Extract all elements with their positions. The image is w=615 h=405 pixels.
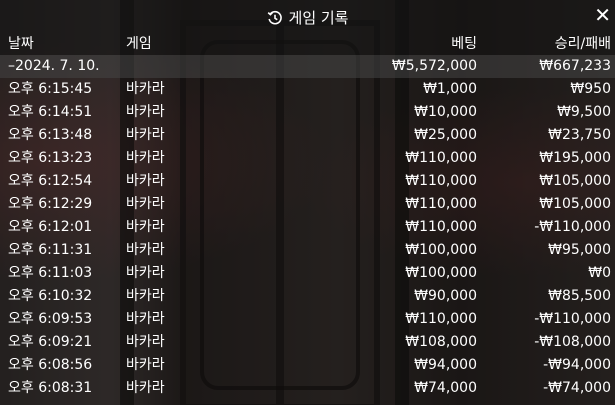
row-bet: ₩110,000 (405, 150, 477, 166)
table-header: 날짜 게임 베팅 승리/패배 (0, 33, 615, 55)
table-row[interactable]: 오후 6:08:31 바카라 ₩74,000 -₩74,000 (0, 377, 615, 400)
table-row[interactable]: 오후 6:13:23 바카라 ₩110,000 ₩195,000 (0, 147, 615, 170)
close-icon[interactable]: ✕ (594, 5, 611, 25)
header-game: 게임 (126, 36, 152, 52)
row-time: 오후 6:12:29 (8, 196, 93, 212)
table-row[interactable]: 오후 6:14:51 바카라 ₩10,000 ₩9,500 (0, 101, 615, 124)
table-row[interactable]: 오후 6:11:31 바카라 ₩100,000 ₩95,000 (0, 239, 615, 262)
table-row[interactable]: 오후 6:12:29 바카라 ₩110,000 ₩105,000 (0, 193, 615, 216)
table-row[interactable]: 오후 6:12:54 바카라 ₩110,000 ₩105,000 (0, 170, 615, 193)
table-row[interactable]: 오후 6:09:21 바카라 ₩108,000 -₩108,000 (0, 331, 615, 354)
row-game: 바카라 (126, 150, 165, 166)
row-game: 바카라 (126, 127, 165, 143)
row-result: ₩105,000 (539, 173, 611, 189)
date-group-summary[interactable]: –2024. 7. 10. ₩5,572,000 ₩667,233 (0, 55, 615, 78)
table-row[interactable]: 오후 6:11:03 바카라 ₩100,000 ₩0 (0, 262, 615, 285)
summary-result: ₩667,233 (539, 58, 611, 74)
row-game: 바카라 (126, 380, 165, 396)
title-bar: 게임 기록 ✕ (0, 0, 615, 33)
table-row[interactable]: 오후 6:15:45 바카라 ₩1,000 ₩950 (0, 78, 615, 101)
row-time: 오후 6:12:54 (8, 173, 93, 189)
row-game: 바카라 (126, 357, 165, 373)
row-game: 바카라 (126, 196, 165, 212)
row-time: 오후 6:13:23 (8, 150, 93, 166)
row-game: 바카라 (126, 104, 165, 120)
row-time: 오후 6:14:51 (8, 104, 93, 120)
row-bet: ₩100,000 (405, 242, 477, 258)
row-time: 오후 6:11:03 (8, 265, 93, 281)
row-bet: ₩108,000 (405, 334, 477, 350)
row-game: 바카라 (126, 288, 165, 304)
row-bet: ₩1,000 (423, 81, 477, 97)
header-date: 날짜 (8, 36, 34, 52)
row-bet: ₩94,000 (414, 357, 477, 373)
row-game: 바카라 (126, 265, 165, 281)
row-time: 오후 6:12:01 (8, 219, 93, 235)
row-bet: ₩100,000 (405, 265, 477, 281)
row-bet: ₩90,000 (414, 288, 477, 304)
row-result: -₩110,000 (534, 219, 611, 235)
row-time: 오후 6:09:53 (8, 311, 93, 327)
row-bet: ₩110,000 (405, 311, 477, 327)
row-time: 오후 6:08:56 (8, 357, 93, 373)
row-bet: ₩10,000 (414, 104, 477, 120)
table-row[interactable]: 오후 6:09:53 바카라 ₩110,000 -₩110,000 (0, 308, 615, 331)
row-bet: ₩25,000 (414, 127, 477, 143)
row-time: 오후 6:09:21 (8, 334, 93, 350)
row-result: ₩0 (588, 265, 611, 281)
row-time: 오후 6:08:31 (8, 380, 93, 396)
table-row[interactable]: 오후 6:12:01 바카라 ₩110,000 -₩110,000 (0, 216, 615, 239)
header-bet: 베팅 (451, 36, 477, 52)
row-result: ₩105,000 (539, 196, 611, 212)
row-result: ₩9,500 (557, 104, 611, 120)
row-time: 오후 6:10:32 (8, 288, 93, 304)
row-bet: ₩110,000 (405, 196, 477, 212)
row-time: 오후 6:15:45 (8, 81, 93, 97)
header-result: 승리/패배 (554, 36, 611, 52)
table-row[interactable]: 오후 6:13:48 바카라 ₩25,000 ₩23,750 (0, 124, 615, 147)
title-text: 게임 기록 (288, 9, 349, 27)
row-result: ₩195,000 (539, 150, 611, 166)
row-result: ₩950 (570, 81, 611, 97)
row-game: 바카라 (126, 81, 165, 97)
summary-bet: ₩5,572,000 (391, 58, 477, 74)
row-result: -₩108,000 (534, 334, 611, 350)
row-result: -₩110,000 (534, 311, 611, 327)
row-game: 바카라 (126, 311, 165, 327)
panel-title: 게임 기록 (0, 7, 615, 30)
row-game: 바카라 (126, 173, 165, 189)
row-game: 바카라 (126, 242, 165, 258)
row-bet: ₩110,000 (405, 173, 477, 189)
row-result: ₩85,500 (548, 288, 611, 304)
row-bet: ₩74,000 (414, 380, 477, 396)
table-row[interactable]: 오후 6:10:32 바카라 ₩90,000 ₩85,500 (0, 285, 615, 308)
row-time: 오후 6:13:48 (8, 127, 93, 143)
summary-date: –2024. 7. 10. (8, 58, 100, 74)
row-game: 바카라 (126, 219, 165, 235)
table-row[interactable]: 오후 6:08:56 바카라 ₩94,000 -₩94,000 (0, 354, 615, 377)
row-time: 오후 6:11:31 (8, 242, 93, 258)
row-bet: ₩110,000 (405, 219, 477, 235)
row-result: ₩23,750 (548, 127, 611, 143)
row-result: -₩74,000 (543, 380, 611, 396)
history-icon (267, 10, 283, 30)
row-game: 바카라 (126, 334, 165, 350)
game-history-panel: 게임 기록 ✕ 날짜 게임 베팅 승리/패배 –2024. 7. 10. ₩5,… (0, 0, 615, 405)
row-result: ₩95,000 (548, 242, 611, 258)
history-rows: 오후 6:15:45 바카라 ₩1,000 ₩950 오후 6:14:51 바카… (0, 78, 615, 400)
row-result: -₩94,000 (543, 357, 611, 373)
